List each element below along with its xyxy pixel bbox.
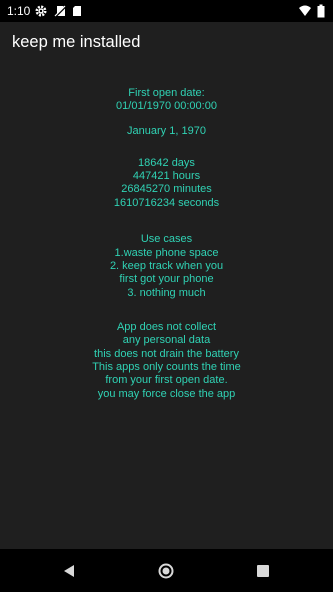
first-open-label: First open date: xyxy=(128,87,205,99)
privacy-line-3: this does not drain the battery xyxy=(94,348,239,360)
days-count: 18642 days xyxy=(138,157,195,169)
privacy-line-1: App does not collect xyxy=(116,321,217,333)
no-sim-icon xyxy=(54,5,67,18)
status-bar: 1:10 xyxy=(0,0,333,22)
first-open-value: 01/01/1970 00:00:00 xyxy=(116,100,217,112)
battery-icon xyxy=(317,4,325,18)
privacy-line-4: This apps only counts the time xyxy=(92,361,241,373)
wifi-icon xyxy=(299,5,311,16)
main-content: First open date: 01/01/1970 00:00:00 Jan… xyxy=(0,66,333,549)
long-date: January 1, 1970 xyxy=(127,125,206,137)
back-icon[interactable] xyxy=(60,562,78,580)
use-case-1: 1.waste phone space xyxy=(114,247,219,259)
use-cases-title: Use cases xyxy=(140,233,193,245)
app-title: keep me installed xyxy=(12,33,141,51)
app-bar: keep me installed xyxy=(0,22,333,66)
home-icon[interactable] xyxy=(157,562,175,580)
use-case-2a: 2. keep track when you xyxy=(109,260,224,272)
use-case-2b: first got your phone xyxy=(119,273,214,285)
privacy-line-5: from your first open date. xyxy=(105,374,228,386)
sd-card-icon xyxy=(73,6,81,16)
privacy-line-6: you may force close the app xyxy=(97,388,236,400)
gear-icon xyxy=(35,5,47,17)
recents-icon[interactable] xyxy=(254,562,272,580)
status-time: 1:10 xyxy=(7,4,31,18)
navigation-bar xyxy=(0,549,333,592)
privacy-line-2: any personal data xyxy=(122,334,211,346)
seconds-count: 1610716234 seconds xyxy=(113,197,220,209)
use-case-3: 3. nothing much xyxy=(127,287,206,299)
hours-count: 447421 hours xyxy=(132,170,201,182)
minutes-count: 26845270 minutes xyxy=(121,183,212,195)
